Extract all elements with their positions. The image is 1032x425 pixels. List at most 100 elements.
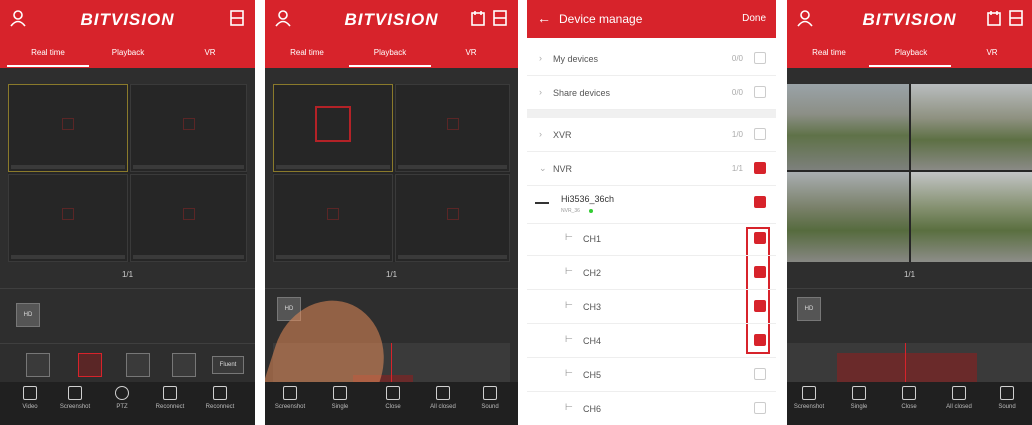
sound-button[interactable]: Sound [987, 386, 1027, 410]
reconnect-icon [163, 386, 177, 400]
bottom-nav: Screenshot Single Close All closed Sound [265, 382, 518, 425]
close-button[interactable]: Close [889, 386, 929, 410]
video-cell[interactable] [8, 174, 128, 262]
cell-status-bar [11, 255, 125, 259]
tab-realtime[interactable]: Real time [8, 48, 88, 57]
all-closed-icon [952, 386, 966, 400]
screenshot-button[interactable]: Screenshot [789, 386, 829, 410]
channel-item[interactable]: ⊢ CH1 [527, 222, 776, 256]
video-button[interactable]: Video [10, 386, 50, 410]
tab-vr[interactable]: VR [952, 48, 1032, 57]
checkbox[interactable] [754, 86, 766, 98]
cell-status-bar [133, 165, 244, 169]
app-header: BITVISION [0, 0, 255, 41]
screenshot-icon [802, 386, 816, 400]
tab-playback[interactable]: Playback [350, 48, 430, 57]
chevron-right-icon: › [539, 53, 542, 63]
video-grid [273, 84, 510, 262]
hd-badge[interactable]: HD [797, 297, 821, 321]
single-button[interactable]: Single [320, 386, 360, 410]
video-cell[interactable] [395, 84, 510, 172]
video-cell[interactable] [273, 84, 393, 172]
device-header: ← Device manage Done [527, 0, 776, 38]
channel-item[interactable]: ⊢ CH4 [527, 324, 776, 358]
checkbox[interactable] [754, 232, 766, 244]
calendar-icon[interactable] [470, 9, 486, 27]
channel-item[interactable]: ⊢ CH6 [527, 392, 776, 425]
camera-icon [327, 207, 339, 220]
checkbox[interactable] [754, 162, 766, 174]
tab-vr[interactable]: VR [431, 48, 511, 57]
checkbox[interactable] [754, 300, 766, 312]
camera-feed[interactable] [787, 84, 909, 170]
checkbox[interactable] [754, 196, 766, 208]
checkbox[interactable] [754, 368, 766, 380]
tab-realtime[interactable]: Real time [789, 48, 869, 57]
chevron-down-icon: ⌄ [539, 163, 547, 173]
page-indicator: 1/1 [385, 270, 398, 279]
camera-icon: ⊢ [565, 300, 573, 310]
cell-status-bar [276, 165, 390, 169]
page-indicator: 1/1 [903, 270, 916, 279]
video-cell[interactable] [8, 84, 128, 172]
group-xvr[interactable]: › XVR 1/0 [527, 118, 776, 152]
video-cell[interactable] [395, 174, 510, 262]
sound-button[interactable]: Sound [470, 386, 510, 410]
screen-device-manage: ← Device manage Done › My devices 0/0 › Sha… [527, 0, 776, 425]
single-icon [852, 386, 866, 400]
layout-4-icon[interactable] [78, 353, 102, 377]
screenshot-button[interactable]: Screenshot [270, 386, 310, 410]
camera-icon: ⊢ [565, 368, 573, 378]
layout-16-icon[interactable] [172, 353, 196, 377]
camera-icon [62, 207, 74, 220]
camera-icon: ⊢ [565, 232, 573, 242]
video-cell[interactable] [273, 174, 393, 262]
single-icon [333, 386, 347, 400]
layout-icon[interactable] [492, 9, 508, 27]
screenshot-button[interactable]: Screenshot [55, 386, 95, 410]
online-status-icon [589, 209, 593, 213]
close-button[interactable]: Close [373, 386, 413, 410]
fluent-button[interactable]: Fluent [212, 356, 244, 374]
layout-icon[interactable] [229, 9, 245, 27]
checkbox[interactable] [754, 52, 766, 64]
channel-item[interactable]: ⊢ CH5 [527, 358, 776, 392]
all-closed-button[interactable]: All closed [939, 386, 979, 410]
video-grid [787, 84, 1032, 262]
channel-item[interactable]: ⊢ CH2 [527, 256, 776, 290]
layout-1-icon[interactable] [26, 353, 50, 377]
timeline[interactable] [787, 343, 1032, 383]
tab-realtime[interactable]: Real time [267, 48, 347, 57]
layout-icon[interactable] [1008, 9, 1024, 27]
page-indicator: 1/1 [121, 270, 134, 279]
camera-feed[interactable] [911, 84, 1032, 170]
group-share-devices[interactable]: › Share devices 0/0 [527, 76, 776, 110]
calendar-icon[interactable] [986, 9, 1002, 27]
channel-item[interactable]: ⊢ CH3 [527, 290, 776, 324]
done-button[interactable]: Done [742, 13, 766, 24]
checkbox[interactable] [754, 402, 766, 414]
all-closed-button[interactable]: All closed [423, 386, 463, 410]
video-cell[interactable] [130, 84, 247, 172]
group-my-devices[interactable]: › My devices 0/0 [527, 42, 776, 76]
ptz-button[interactable]: PTZ [102, 386, 142, 410]
reconnect-button[interactable]: Reconnect [150, 386, 190, 410]
tab-playback[interactable]: Playback [88, 48, 168, 57]
checkbox[interactable] [754, 334, 766, 346]
camera-feed[interactable] [787, 172, 909, 262]
tab-playback[interactable]: Playback [871, 48, 951, 57]
group-nvr[interactable]: ⌄ NVR 1/1 [527, 152, 776, 186]
device-item[interactable]: Hi3536_36ch NVR_36 [527, 186, 776, 224]
tab-vr[interactable]: VR [170, 48, 250, 57]
video-cell[interactable] [130, 174, 247, 262]
hd-badge[interactable]: HD [16, 303, 40, 327]
checkbox[interactable] [754, 128, 766, 140]
reconnect-all-button[interactable]: Reconnect [200, 386, 240, 410]
collapse-icon[interactable] [535, 202, 549, 204]
camera-feed[interactable] [911, 172, 1032, 262]
camera-icon [446, 207, 459, 220]
single-button[interactable]: Single [839, 386, 879, 410]
back-arrow-icon[interactable]: ← [537, 10, 551, 26]
layout-9-icon[interactable] [126, 353, 150, 377]
checkbox[interactable] [754, 266, 766, 278]
